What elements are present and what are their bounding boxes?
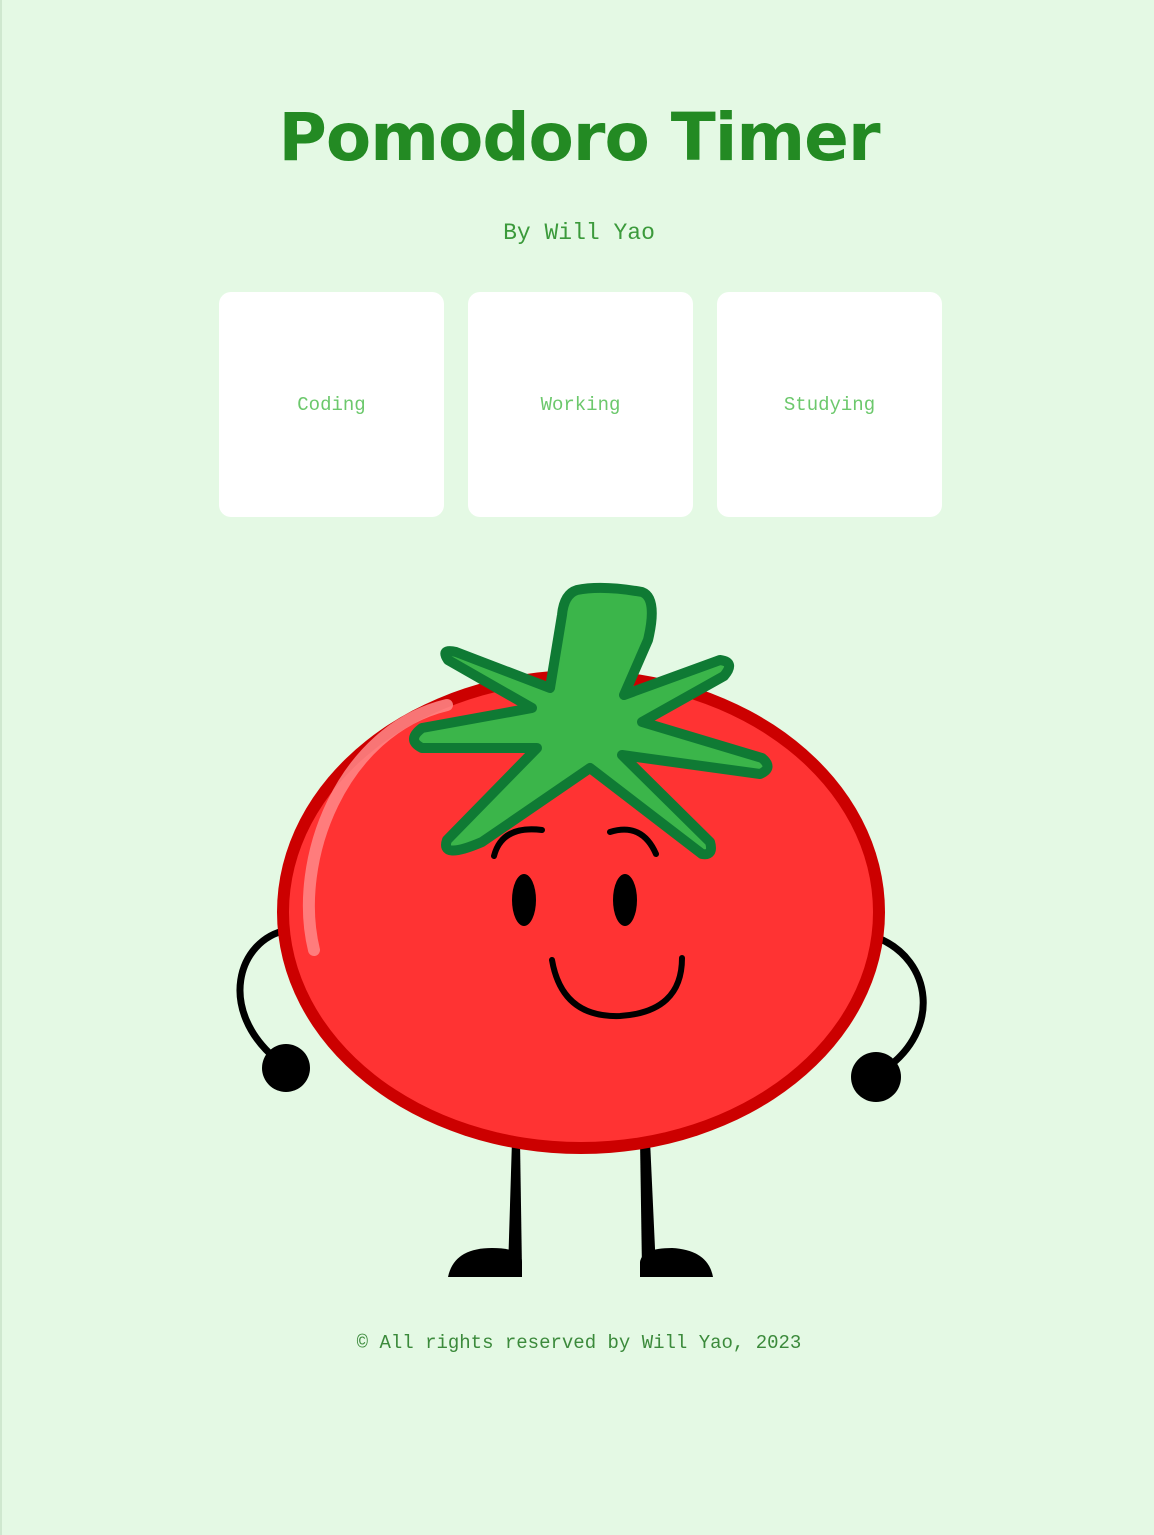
mode-card-working[interactable]: Working (468, 292, 693, 517)
mode-card-list: Coding Working Studying (219, 292, 942, 517)
mode-card-coding[interactable]: Coding (219, 292, 444, 517)
author-byline: By Will Yao (503, 220, 655, 246)
mode-card-studying[interactable]: Studying (717, 292, 942, 517)
tomato-mascot-icon (236, 582, 927, 1277)
footer-copyright: © All rights reserved by Will Yao, 2023 (356, 1332, 802, 1354)
page-title: Pomodoro Timer (278, 99, 880, 176)
